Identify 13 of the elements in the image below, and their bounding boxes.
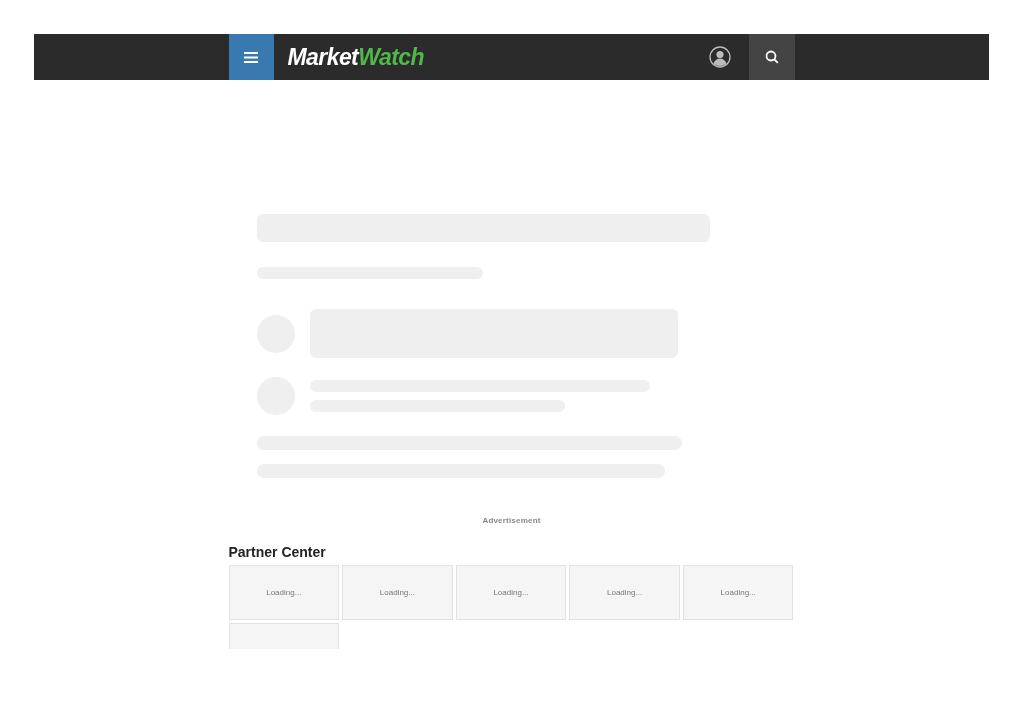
user-icon[interactable] [708, 46, 731, 68]
section-heading: Partner Center [228, 543, 327, 561]
loading-text: Loading... [379, 586, 415, 599]
loading-text: Loading... [493, 586, 529, 599]
loading-text: Loading... [266, 586, 302, 599]
loading-text: Loading... [720, 586, 756, 599]
menu-button[interactable] [228, 34, 274, 80]
search-button[interactable] [748, 34, 795, 80]
advertisement-label: Advertisement [482, 515, 541, 527]
search-icon [764, 50, 779, 64]
logo[interactable]: MarketWatch [287, 39, 424, 75]
loading-text: Loading... [607, 586, 643, 599]
menu-icon [244, 51, 258, 63]
